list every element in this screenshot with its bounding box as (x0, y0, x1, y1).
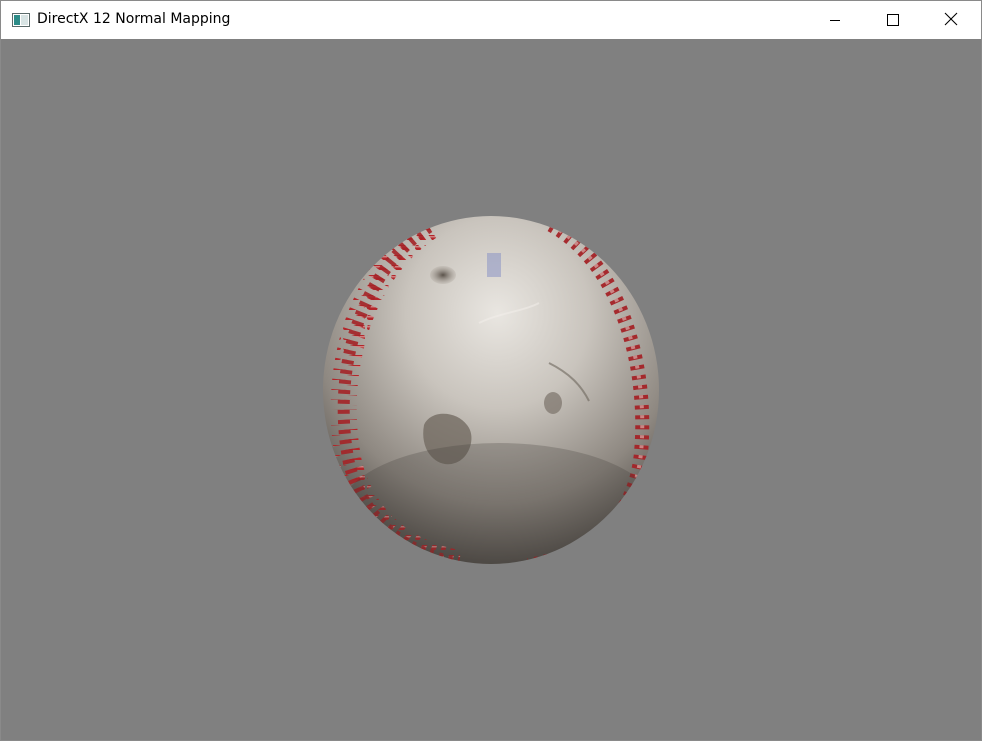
baseball-model (323, 216, 659, 564)
close-button[interactable] (922, 1, 980, 39)
close-icon (944, 11, 958, 30)
maximize-icon (887, 11, 899, 30)
window-title: DirectX 12 Normal Mapping (37, 11, 231, 27)
window-app-icon (12, 12, 30, 27)
render-viewport[interactable] (1, 39, 981, 740)
minimize-button[interactable] (806, 1, 864, 39)
title-bar[interactable]: DirectX 12 Normal Mapping (1, 1, 981, 39)
app-window: DirectX 12 Normal Mapping (0, 0, 982, 741)
minimize-icon (829, 11, 841, 30)
maximize-button[interactable] (864, 1, 922, 39)
